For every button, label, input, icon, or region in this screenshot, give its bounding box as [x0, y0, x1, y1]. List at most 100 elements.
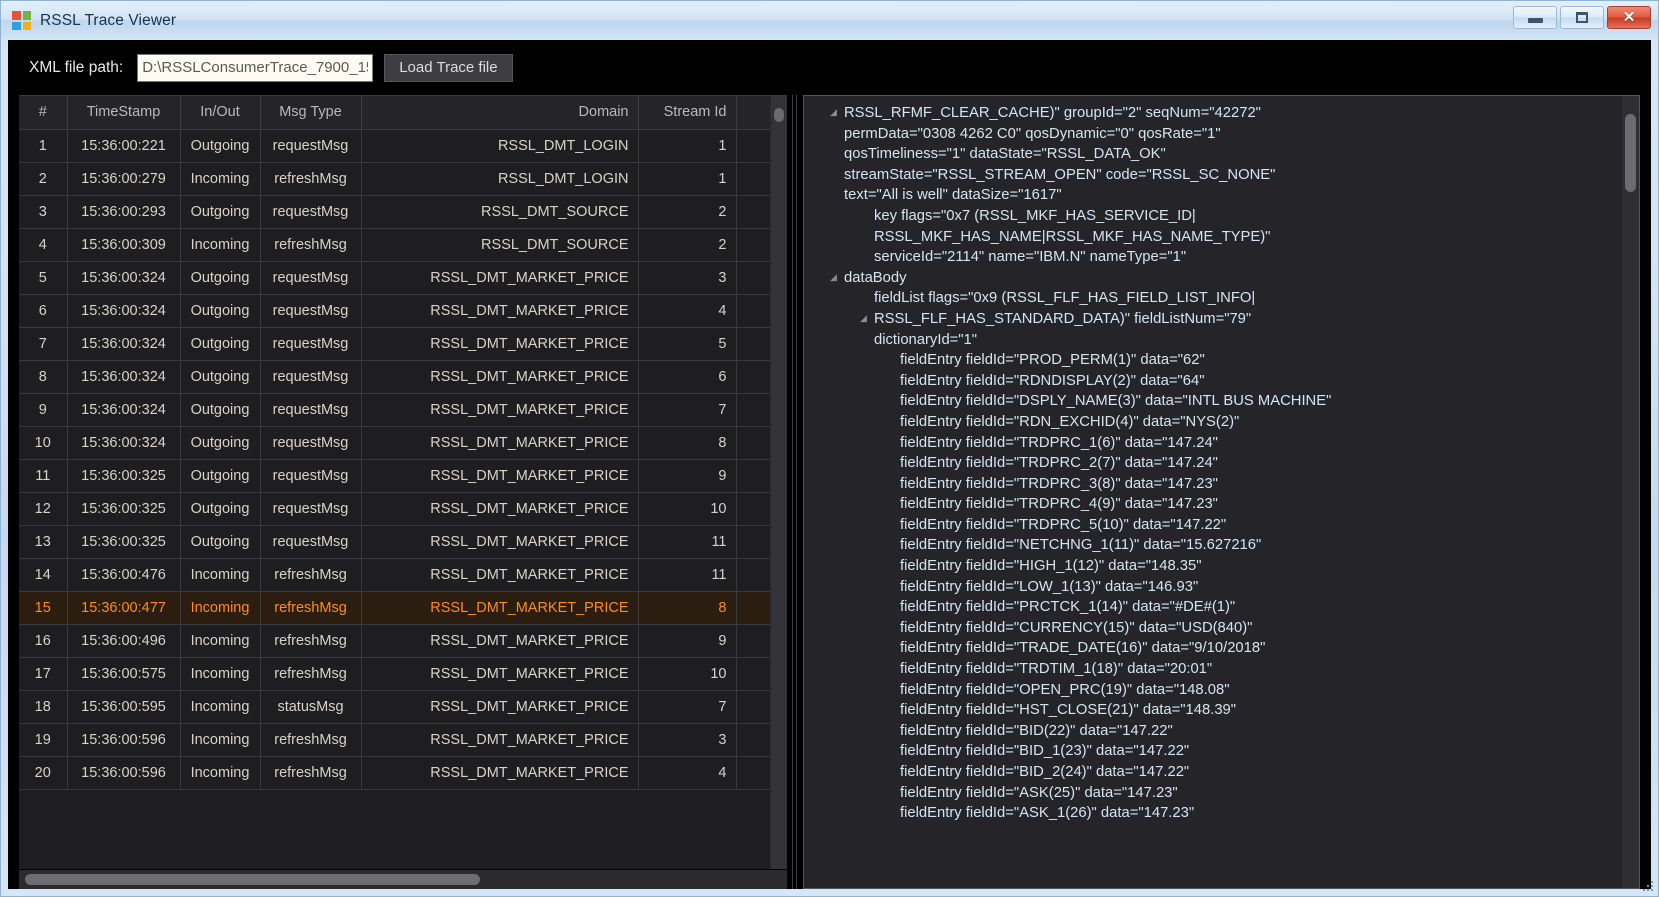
detail-line[interactable]: fieldEntry fieldId="PRCTCK_1(14)" data="…: [804, 599, 1622, 620]
detail-line[interactable]: fieldEntry fieldId="ASK_1(26)" data="147…: [804, 805, 1622, 826]
cell-io: Incoming: [180, 756, 261, 790]
detail-line[interactable]: fieldEntry fieldId="TRADE_DATE(16)" data…: [804, 640, 1622, 661]
table-row[interactable]: 20 15:36:00:596 Incoming refreshMsg RSSL_DMT…: [19, 756, 770, 790]
detail-line[interactable]: fieldEntry fieldId="TRDTIM_1(18)" data="…: [804, 661, 1622, 682]
detail-vscroll-thumb[interactable]: [1625, 114, 1636, 192]
table-row[interactable]: 5 15:36:00:324 Outgoing requestMsg RSSL_DMT_…: [19, 261, 770, 295]
detail-line[interactable]: fieldEntry fieldId="BID_1(23)" data="147…: [804, 743, 1622, 764]
table-row[interactable]: 4 15:36:00:309 Incoming refreshMsg RSSL_DMT_…: [19, 228, 770, 262]
detail-line[interactable]: streamState="RSSL_STREAM_OPEN" code="RSS…: [804, 167, 1622, 188]
cell-mt: refreshMsg: [260, 228, 362, 262]
trace-horizontal-scrollbar[interactable]: [19, 870, 787, 889]
detail-line-text: fieldEntry fieldId="TRDPRC_2(7)" data="1…: [900, 455, 1218, 472]
cell-filler: [736, 162, 770, 196]
cell-io: Incoming: [180, 657, 261, 691]
table-row[interactable]: 13 15:36:00:325 Outgoing requestMsg RSSL_DMT…: [19, 525, 770, 559]
cell-domain: RSSL_DMT_LOGIN: [361, 162, 639, 196]
table-row[interactable]: 18 15:36:00:595 Incoming statusMsg RSSL_DMT_…: [19, 690, 770, 724]
table-row[interactable]: 9 15:36:00:324 Outgoing requestMsg RSSL_DMT_…: [19, 393, 770, 427]
detail-line[interactable]: dictionaryId="1": [804, 332, 1622, 353]
table-row[interactable]: 14 15:36:00:476 Incoming refreshMsg RSSL_DMT…: [19, 558, 770, 592]
trace-vertical-scrollbar[interactable]: [770, 96, 787, 869]
detail-line-text: key flags="0x7 (RSSL_MKF_HAS_SERVICE_ID|: [874, 207, 1196, 224]
cell-num: 7: [19, 327, 68, 361]
chevron-collapse-icon[interactable]: ◢: [830, 272, 844, 282]
detail-line[interactable]: fieldEntry fieldId="OPEN_PRC(19)" data="…: [804, 682, 1622, 703]
detail-line-text: fieldEntry fieldId="BID_1(23)" data="147…: [900, 743, 1190, 760]
detail-line[interactable]: fieldEntry fieldId="RDN_EXCHID(4)" data=…: [804, 414, 1622, 435]
table-row[interactable]: 2 15:36:00:279 Incoming refreshMsg RSSL_DMT_…: [19, 162, 770, 196]
detail-line[interactable]: serviceId="2114" name="IBM.N" nameType="…: [804, 249, 1622, 270]
minimize-button[interactable]: [1513, 6, 1557, 29]
column-header-io[interactable]: In/Out: [180, 96, 261, 130]
cell-mt: requestMsg: [260, 129, 362, 163]
detail-line-text: fieldEntry fieldId="RDN_EXCHID(4)" data=…: [900, 413, 1240, 430]
cell-num: 14: [19, 558, 68, 592]
load-trace-file-button[interactable]: Load Trace file: [384, 53, 513, 82]
detail-line-text: streamState="RSSL_STREAM_OPEN" code="RSS…: [844, 166, 1276, 183]
detail-line[interactable]: fieldEntry fieldId="CURRENCY(15)" data="…: [804, 620, 1622, 641]
detail-line[interactable]: qosTimeliness="1" dataState="RSSL_DATA_O…: [804, 146, 1622, 167]
table-row[interactable]: 15 15:36:00:477 Incoming refreshMsg RSSL_DMT…: [19, 591, 770, 625]
detail-line[interactable]: fieldEntry fieldId="LOW_1(13)" data="146…: [804, 579, 1622, 600]
detail-line[interactable]: fieldEntry fieldId="TRDPRC_5(10)" data="…: [804, 517, 1622, 538]
detail-line[interactable]: fieldEntry fieldId="TRDPRC_3(8)" data="1…: [804, 476, 1622, 497]
close-button[interactable]: ✕: [1607, 6, 1651, 29]
pane-splitter[interactable]: [787, 95, 803, 889]
table-row[interactable]: 11 15:36:00:325 Outgoing requestMsg RSSL_DMT…: [19, 459, 770, 493]
trace-table-pane: # TimeStamp In/Out Msg Type Domain Stream Id …: [19, 95, 787, 889]
detail-line[interactable]: RSSL_MKF_HAS_NAME|RSSL_MKF_HAS_NAME_TYPE…: [804, 229, 1622, 250]
detail-line[interactable]: fieldEntry fieldId="HIGH_1(12)" data="14…: [804, 558, 1622, 579]
detail-line[interactable]: ◢ RSSL_FLF_HAS_STANDARD_DATA)" fieldListN…: [804, 311, 1622, 332]
detail-line-text: fieldEntry fieldId="ASK_1(26)" data="147…: [900, 805, 1195, 822]
xml-path-input[interactable]: [137, 53, 374, 82]
detail-line[interactable]: fieldEntry fieldId="TRDPRC_4(9)" data="1…: [804, 496, 1622, 517]
detail-line[interactable]: fieldEntry fieldId="BID_2(24)" data="147…: [804, 764, 1622, 785]
detail-line[interactable]: text="All is well" dataSize="1617": [804, 187, 1622, 208]
cell-domain: RSSL_DMT_LOGIN: [361, 129, 639, 163]
column-header-domain[interactable]: Domain: [361, 96, 639, 130]
cell-io: Outgoing: [180, 294, 261, 328]
detail-line-text: qosTimeliness="1" dataState="RSSL_DATA_O…: [844, 146, 1166, 163]
column-header-sid[interactable]: Stream Id: [638, 96, 737, 130]
detail-line[interactable]: fieldEntry fieldId="DSPLY_NAME(3)" data=…: [804, 393, 1622, 414]
chevron-collapse-icon[interactable]: ◢: [860, 313, 874, 323]
table-row[interactable]: 19 15:36:00:596 Incoming refreshMsg RSSL_DMT…: [19, 723, 770, 757]
maximize-button[interactable]: [1560, 6, 1604, 29]
detail-line[interactable]: fieldEntry fieldId="BID(22)" data="147.2…: [804, 723, 1622, 744]
table-row[interactable]: 6 15:36:00:324 Outgoing requestMsg RSSL_DMT_…: [19, 294, 770, 328]
column-header-num[interactable]: #: [19, 96, 68, 130]
detail-line[interactable]: permData="0308 4262 C0" qosDynamic="0" q…: [804, 126, 1622, 147]
table-row[interactable]: 7 15:36:00:324 Outgoing requestMsg RSSL_DMT_…: [19, 327, 770, 361]
table-row[interactable]: 10 15:36:00:324 Outgoing requestMsg RSSL_DMT…: [19, 426, 770, 460]
cell-mt: statusMsg: [260, 690, 362, 724]
table-row[interactable]: 16 15:36:00:496 Incoming refreshMsg RSSL_DMT…: [19, 624, 770, 658]
trace-hscroll-thumb[interactable]: [25, 874, 480, 885]
detail-line[interactable]: ◢ dataBody: [804, 270, 1622, 291]
column-header-mt[interactable]: Msg Type: [260, 96, 362, 130]
table-row[interactable]: 3 15:36:00:293 Outgoing requestMsg RSSL_DMT_…: [19, 195, 770, 229]
detail-line[interactable]: fieldEntry fieldId="HST_CLOSE(21)" data=…: [804, 702, 1622, 723]
detail-line[interactable]: fieldEntry fieldId="NETCHNG_1(11)" data=…: [804, 537, 1622, 558]
detail-line[interactable]: fieldEntry fieldId="TRDPRC_2(7)" data="1…: [804, 455, 1622, 476]
detail-line[interactable]: fieldList flags="0x9 (RSSL_FLF_HAS_FIELD…: [804, 290, 1622, 311]
detail-line[interactable]: fieldEntry fieldId="PROD_PERM(1)" data="…: [804, 352, 1622, 373]
detail-line[interactable]: key flags="0x7 (RSSL_MKF_HAS_SERVICE_ID|: [804, 208, 1622, 229]
detail-line[interactable]: fieldEntry fieldId="TRDPRC_1(6)" data="1…: [804, 435, 1622, 456]
trace-vscroll-thumb[interactable]: [774, 108, 784, 122]
table-row[interactable]: 1 15:36:00:221 Outgoing requestMsg RSSL_DMT_…: [19, 129, 770, 163]
table-row[interactable]: 17 15:36:00:575 Incoming refreshMsg RSSL_DMT…: [19, 657, 770, 691]
detail-vertical-scrollbar[interactable]: [1622, 96, 1639, 888]
detail-line[interactable]: ◢ RSSL_RFMF_CLEAR_CACHE)" groupId="2" seq…: [804, 105, 1622, 126]
column-header-ts[interactable]: TimeStamp: [67, 96, 181, 130]
cell-ts: 15:36:00:324: [67, 261, 181, 295]
cell-mt: requestMsg: [260, 261, 362, 295]
detail-line[interactable]: fieldEntry fieldId="ASK(25)" data="147.2…: [804, 785, 1622, 806]
table-row[interactable]: 12 15:36:00:325 Outgoing requestMsg RSSL_DMT…: [19, 492, 770, 526]
chevron-collapse-icon[interactable]: ◢: [830, 108, 844, 117]
cell-mt: refreshMsg: [260, 657, 362, 691]
detail-line[interactable]: fieldEntry fieldId="RDNDISPLAY(2)" data=…: [804, 373, 1622, 394]
cell-io: Incoming: [180, 624, 261, 658]
cell-num: 20: [19, 756, 68, 790]
table-row[interactable]: 8 15:36:00:324 Outgoing requestMsg RSSL_DMT_…: [19, 360, 770, 394]
